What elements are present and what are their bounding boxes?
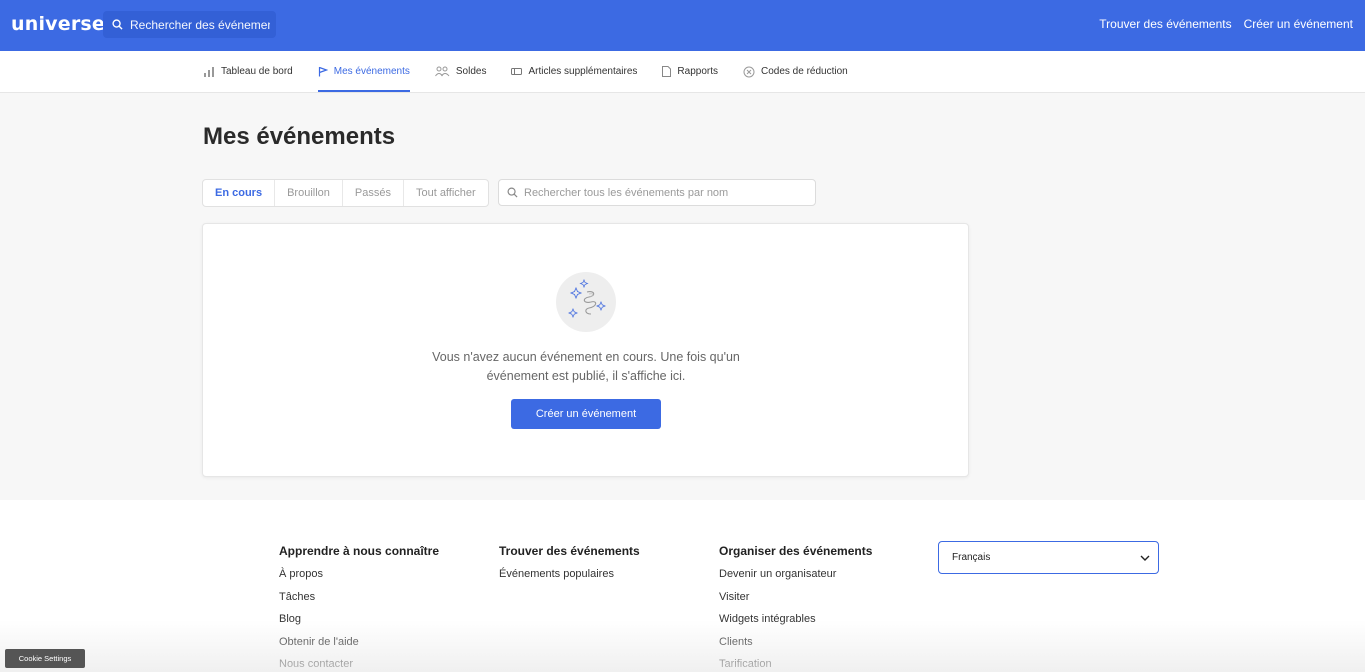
nav-item-label: Rapports <box>677 66 718 77</box>
footer-link[interactable]: Obtenir de l'aide <box>279 636 439 659</box>
nav-item-label: Soldes <box>455 66 487 77</box>
footer-link[interactable]: Blog <box>279 613 439 636</box>
event-filter-tabs: En cours Brouillon Passés Tout afficher <box>202 179 489 207</box>
event-search-input[interactable] <box>524 186 804 199</box>
cookie-settings-button[interactable]: Cookie Settings <box>5 649 85 668</box>
search-icon <box>112 19 123 30</box>
footer-link[interactable]: À propos <box>279 568 439 591</box>
footer-column-find: Trouver des événements Événements popula… <box>499 544 640 591</box>
top-bar: universe Trouver des événements Créer un… <box>0 0 1365 51</box>
sparkle-streamer-icon <box>567 278 607 319</box>
footer-column-heading: Trouver des événements <box>499 544 640 558</box>
nav-item-label: Articles supplémentaires <box>528 66 638 77</box>
global-search[interactable] <box>103 11 276 38</box>
footer-link[interactable]: Clients <box>719 636 872 659</box>
flag-icon <box>318 66 328 77</box>
footer-column-heading: Organiser des événements <box>719 544 873 558</box>
search-icon <box>507 187 518 198</box>
nav-item-add-ons[interactable]: Articles supplémentaires <box>511 51 637 92</box>
empty-state-illustration <box>556 272 616 332</box>
footer-link[interactable]: Widgets intégrables <box>719 613 872 636</box>
sub-navigation: Tableau de bord Mes événements Soldes Ar… <box>0 51 1365 93</box>
footer-link[interactable]: Tarification <box>719 658 872 672</box>
tab-current[interactable]: En cours <box>203 180 276 206</box>
footer-link[interactable]: Devenir un organisateur <box>719 568 872 591</box>
tab-show-all[interactable]: Tout afficher <box>404 180 488 206</box>
language-select-value: Français <box>952 552 991 563</box>
discount-icon <box>743 66 755 77</box>
bar-chart-icon <box>204 67 214 77</box>
chevron-down-icon <box>1140 555 1150 561</box>
footer-column-about: Apprendre à nous connaître À propos Tâch… <box>279 544 439 672</box>
nav-item-label: Tableau de bord <box>221 66 293 77</box>
nav-item-dashboard[interactable]: Tableau de bord <box>203 51 293 92</box>
document-icon <box>662 66 672 77</box>
top-links: Trouver des événements Créer un événemen… <box>1099 17 1353 31</box>
footer-column-heading: Apprendre à nous connaître <box>279 544 440 558</box>
nav-item-balances[interactable]: Soldes <box>434 51 487 92</box>
event-search[interactable] <box>498 179 816 206</box>
universe-logo[interactable]: universe <box>11 13 105 35</box>
footer-link[interactable]: Tâches <box>279 591 439 614</box>
empty-state-line: Vous n'avez aucun événement en cours. Un… <box>432 350 740 364</box>
tab-draft[interactable]: Brouillon <box>275 180 343 206</box>
tab-past[interactable]: Passés <box>343 180 404 206</box>
language-select[interactable]: Français <box>938 541 1159 574</box>
ticket-icon <box>511 68 523 75</box>
global-search-input[interactable] <box>130 17 270 32</box>
nav-item-discount-codes[interactable]: Codes de réduction <box>743 51 848 92</box>
empty-state-card: Vous n'avez aucun événement en cours. Un… <box>202 223 969 477</box>
find-events-link[interactable]: Trouver des événements <box>1099 17 1231 31</box>
footer-link[interactable]: Nous contacter <box>279 658 439 672</box>
nav-item-label: Codes de réduction <box>760 66 848 77</box>
footer: Apprendre à nous connaître À propos Tâch… <box>0 500 1365 672</box>
footer-link[interactable]: Événements populaires <box>499 568 640 591</box>
empty-state-line: événement est publié, il s'affiche ici. <box>486 369 686 383</box>
footer-link[interactable]: Visiter <box>719 591 872 614</box>
nav-item-label: Mes événements <box>333 66 410 77</box>
empty-state-message: Vous n'avez aucun événement en cours. Un… <box>386 348 786 386</box>
nav-item-reports[interactable]: Rapports <box>662 51 718 92</box>
page-title: Mes événements <box>203 123 396 150</box>
people-icon <box>434 66 450 77</box>
footer-column-organize: Organiser des événements Devenir un orga… <box>719 544 872 672</box>
nav-item-my-events[interactable]: Mes événements <box>317 51 411 92</box>
create-event-button[interactable]: Créer un événement <box>511 399 661 429</box>
create-event-link[interactable]: Créer un événement <box>1244 17 1353 31</box>
